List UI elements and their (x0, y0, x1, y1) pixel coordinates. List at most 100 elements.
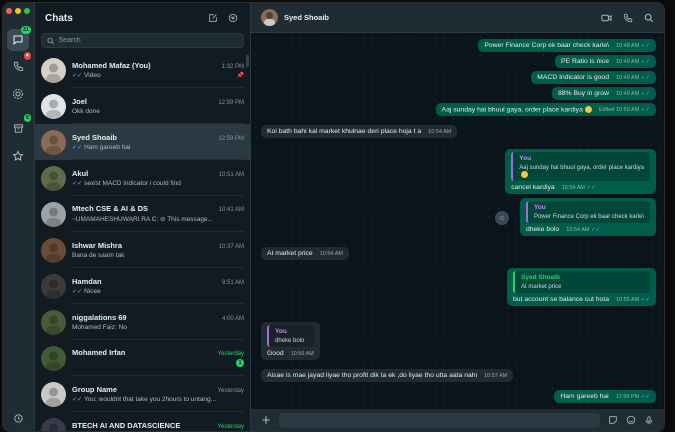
quoted-message[interactable]: Syed Shoaib At market price (513, 271, 650, 293)
chat-avatar[interactable] (41, 201, 66, 227)
emoji-icon (626, 415, 636, 425)
outgoing-message[interactable]: Power Finance Corp ek baar check karle\ 1… (478, 39, 656, 52)
outgoing-message[interactable]: PE Ratio is nice 10:49 AM ✓✓ (555, 55, 656, 68)
message-area[interactable]: ☺ Power Finance Corp ek baar check karle… (251, 33, 664, 409)
outgoing-message[interactable]: MACD Indicator is good 10:49 AM ✓✓ (531, 71, 656, 84)
voice-call-icon[interactable] (623, 13, 633, 23)
quoted-message[interactable]: You dheke bolo (267, 325, 314, 347)
status-nav-button[interactable] (7, 83, 29, 105)
chat-avatar[interactable] (41, 273, 66, 299)
message-time: 10:54 AM (428, 129, 452, 135)
chat-item-body: Ishwar Mishra 10:37 AM Bana de saam tak (72, 232, 244, 268)
outgoing-message[interactable]: You Power Finance Corp ek baar check karl… (519, 198, 656, 236)
read-ticks-icon: ✓✓ (639, 43, 650, 49)
grin-emoji-icon (521, 171, 529, 178)
chat-item-body: Syed Shoaib 12:59 PM ✓✓ Ham gareeb hai (72, 124, 244, 160)
chat-avatar[interactable] (41, 345, 66, 371)
new-chat-button[interactable] (206, 11, 220, 25)
chat-avatar[interactable] (41, 93, 66, 119)
chat-avatar[interactable] (41, 237, 66, 263)
chat-item-body: Mohamed Irfan Yesterday 1 (72, 340, 244, 376)
chat-list-item[interactable]: Hamdan 9:51 AM ✓✓ Nicee (35, 268, 250, 304)
chat-name: Syed Shoaib (72, 132, 118, 142)
attach-button[interactable] (261, 415, 271, 425)
chat-avatar[interactable] (41, 309, 66, 335)
quote-author: You (533, 204, 546, 211)
incoming-message[interactable]: At market price 10:54 AM (261, 247, 349, 260)
chat-avatar[interactable] (41, 129, 66, 155)
video-call-icon[interactable] (601, 13, 612, 23)
chat-avatar[interactable] (41, 381, 66, 407)
incoming-message[interactable]: You dheke bolo Good 10:56 AM (261, 322, 320, 360)
sticker-button[interactable] (608, 415, 618, 425)
search-bar[interactable] (41, 33, 244, 48)
message-meta: 10:55 AM ✓✓ (616, 297, 650, 303)
message-time: 10:49 AM (616, 59, 640, 65)
minimize-window-button[interactable] (15, 8, 21, 14)
calls-nav-button[interactable]: ♥ (7, 52, 31, 77)
message-time: 10:54 AM (319, 251, 343, 257)
archive-nav-button[interactable]: 6 (7, 114, 31, 139)
quoted-message[interactable]: You Power Finance Corp ek baar check karl… (525, 201, 650, 223)
quoted-message[interactable]: You Aaj sunday hai bhuul gaya, order plac… (511, 152, 650, 182)
chat-list-item[interactable]: Mohamed Mafaz (You) 1:32 PM ✓✓ Video 📌 (35, 52, 250, 88)
chat-list-panel: Chats Mohamed Mafaz (You)1:32 PM✓✓Video📌… (35, 3, 251, 431)
chats-nav-button[interactable]: 31 (7, 26, 31, 51)
chat-list-item[interactable]: Joel 12:59 PM Okk done (35, 88, 250, 124)
chat-preview: Nicee (84, 287, 101, 295)
quote-author: Syed Shoaib (521, 274, 561, 281)
chat-item-body: Mohamed Mafaz (You) 1:32 PM ✓✓ Video 📌 (72, 52, 244, 88)
filter-button[interactable] (226, 11, 240, 25)
close-window-button[interactable] (6, 8, 12, 14)
outgoing-message[interactable]: 88% Buy in grow 10:49 AM ✓✓ (551, 87, 656, 100)
starred-nav-button[interactable] (7, 145, 29, 167)
message-text: Ham gareeb hai (560, 393, 609, 400)
reaction-button[interactable]: ☺ (495, 211, 509, 225)
chat-list-item[interactable]: Mohamed Irfan Yesterday 1 (35, 340, 250, 376)
chat-list-item[interactable]: BTECH AI AND DATASCIENCEYesterdayMohamed… (35, 412, 250, 431)
message-meta: 10:54 AM ✓✓ (566, 227, 600, 233)
chat-list-item[interactable]: Akul 10:51 AM ✓✓ sexist MACD indicator i co… (35, 160, 250, 196)
chat-name: Akul (72, 168, 89, 178)
chat-icon (13, 35, 23, 46)
conversation-header[interactable]: Syed Shoaib (251, 3, 664, 33)
chat-preview: ~UMAMAHESHUWARI RA C: ⊘ This message... (72, 216, 214, 223)
message-time: 10:54 AM (566, 227, 590, 233)
message-meta: 10:54 AM (428, 129, 451, 135)
outgoing-message[interactable]: Aaj sunday hai bhuul gaya, order place k… (435, 103, 656, 117)
message-text: but account se balance cut hota (513, 296, 609, 303)
message-meta: 10:49 AM ✓✓ (616, 59, 650, 65)
chat-list-item[interactable]: Group Name Yesterday ✓✓ You: wouldnt that t… (35, 376, 250, 412)
chat-time: Yesterday (217, 351, 244, 357)
search-in-chat-icon[interactable] (644, 13, 654, 23)
chat-list-item[interactable]: Syed Shoaib 12:59 PM ✓✓ Ham gareeb hai (35, 124, 250, 160)
incoming-message[interactable]: Koi bath bahi kal market khulnae deri pl… (261, 125, 458, 138)
chat-time: 1:32 PM (221, 63, 244, 70)
emoji-button[interactable] (626, 415, 636, 425)
chat-avatar[interactable] (41, 417, 66, 431)
outgoing-message[interactable]: Ham gareeb hai 12:59 PM ✓✓ (554, 390, 656, 403)
message-input[interactable] (279, 412, 600, 428)
search-input[interactable] (58, 37, 238, 44)
settings-nav-button[interactable] (7, 407, 29, 429)
chat-list-item[interactable]: Ishwar Mishra 10:37 AM Bana de saam tak (35, 232, 250, 268)
chat-list-scrollbar[interactable] (246, 55, 249, 67)
chat-list-item[interactable]: niggalations 69 4:00 AM Mohamed Faiz: No (35, 304, 250, 340)
chat-item-body: Group Name Yesterday ✓✓ You: wouldnt that t… (72, 376, 244, 412)
outgoing-message[interactable]: Syed Shoaib At market price but account se… (507, 268, 656, 306)
mic-button[interactable] (644, 415, 654, 426)
read-ticks-icon: ✓✓ (72, 396, 83, 403)
contact-name[interactable]: Syed Shoaib (284, 13, 601, 22)
message-time: 10:54 AM (561, 185, 585, 192)
outgoing-message[interactable]: You Aaj sunday hai bhuul gaya, order plac… (505, 149, 656, 195)
contact-avatar[interactable] (261, 9, 278, 26)
nav-rail: 31 ♥ 6 (3, 3, 35, 431)
zoom-window-button[interactable] (24, 8, 30, 14)
read-ticks-icon: ✓✓ (639, 297, 650, 303)
incoming-message[interactable]: Aisae is mae jayad liyae tho profit dik … (261, 369, 514, 382)
chat-list-item[interactable]: Mtech CSE & AI & DS 10:41 AM ~UMAMAHESHUWA… (35, 196, 250, 232)
read-ticks-icon: ✓✓ (589, 227, 601, 233)
message-text: Koi bath bahi kal market khulnae deri pl… (267, 128, 422, 135)
chat-avatar[interactable] (41, 57, 66, 83)
chat-avatar[interactable] (41, 165, 66, 191)
